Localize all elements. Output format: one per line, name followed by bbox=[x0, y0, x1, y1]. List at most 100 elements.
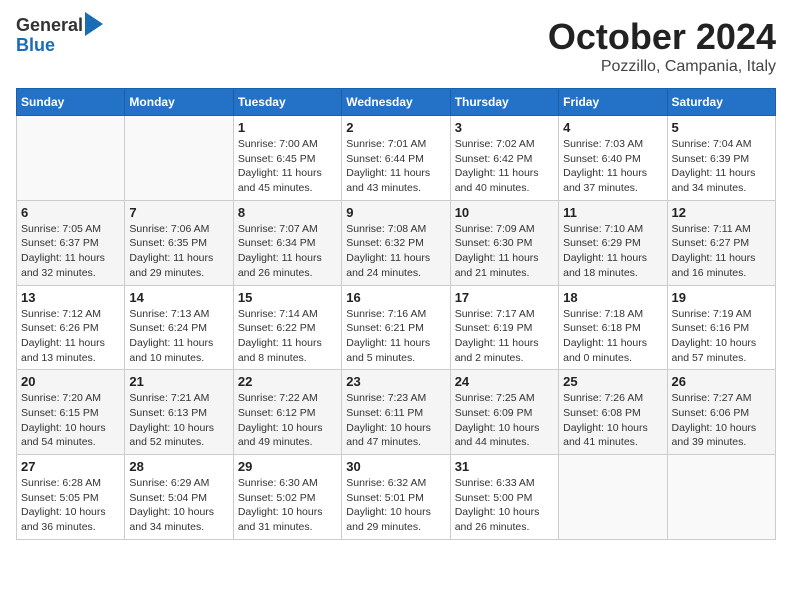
day-detail: Sunrise: 7:16 AMSunset: 6:21 PMDaylight:… bbox=[346, 307, 445, 366]
table-row: 20Sunrise: 7:20 AMSunset: 6:15 PMDayligh… bbox=[17, 370, 125, 455]
col-thursday: Thursday bbox=[450, 89, 558, 116]
day-number: 26 bbox=[672, 374, 771, 389]
day-detail: Sunrise: 7:23 AMSunset: 6:11 PMDaylight:… bbox=[346, 391, 445, 450]
day-detail: Sunrise: 7:04 AMSunset: 6:39 PMDaylight:… bbox=[672, 137, 771, 196]
day-number: 31 bbox=[455, 459, 554, 474]
calendar-week-row: 27 Sunrise: 6:28 AMSunset: 5:05 PMDayligh… bbox=[17, 455, 776, 540]
day-number: 29 bbox=[238, 459, 337, 474]
day-number: 11 bbox=[563, 205, 662, 220]
table-row bbox=[559, 455, 667, 540]
day-number: 17 bbox=[455, 290, 554, 305]
logo-general: General bbox=[16, 16, 83, 36]
table-row: 30 Sunrise: 6:32 AMSunset: 5:01 PMDayligh… bbox=[342, 455, 450, 540]
day-number: 30 bbox=[346, 459, 445, 474]
day-number: 24 bbox=[455, 374, 554, 389]
day-detail: Sunrise: 7:11 AMSunset: 6:27 PMDaylight:… bbox=[672, 222, 771, 281]
table-row: 8 Sunrise: 7:07 AMSunset: 6:34 PMDaylight… bbox=[233, 200, 341, 285]
day-number: 21 bbox=[129, 374, 228, 389]
table-row: 21 Sunrise: 7:21 AMSunset: 6:13 PMDayligh… bbox=[125, 370, 233, 455]
day-number: 20 bbox=[21, 374, 120, 389]
day-number: 7 bbox=[129, 205, 228, 220]
logo-arrow-icon bbox=[85, 12, 103, 36]
table-row: 31 Sunrise: 6:33 AMSunset: 5:00 PMDayligh… bbox=[450, 455, 558, 540]
day-detail: Sunrise: 7:00 AMSunset: 6:45 PMDaylight:… bbox=[238, 137, 337, 196]
calendar-week-row: 6Sunrise: 7:05 AMSunset: 6:37 PMDaylight… bbox=[17, 200, 776, 285]
calendar-header: Sunday Monday Tuesday Wednesday Thursday… bbox=[17, 89, 776, 116]
day-number: 28 bbox=[129, 459, 228, 474]
day-number: 3 bbox=[455, 120, 554, 135]
day-number: 18 bbox=[563, 290, 662, 305]
day-detail: Sunrise: 6:33 AMSunset: 5:00 PMDaylight:… bbox=[455, 476, 554, 535]
day-detail: Sunrise: 7:13 AMSunset: 6:24 PMDaylight:… bbox=[129, 307, 228, 366]
day-number: 23 bbox=[346, 374, 445, 389]
col-sunday: Sunday bbox=[17, 89, 125, 116]
day-number: 15 bbox=[238, 290, 337, 305]
day-detail: Sunrise: 7:01 AMSunset: 6:44 PMDaylight:… bbox=[346, 137, 445, 196]
day-number: 27 bbox=[21, 459, 120, 474]
day-number: 5 bbox=[672, 120, 771, 135]
table-row: 3 Sunrise: 7:02 AMSunset: 6:42 PMDaylight… bbox=[450, 116, 558, 201]
day-number: 9 bbox=[346, 205, 445, 220]
title-block: October 2024 Pozzillo, Campania, Italy bbox=[548, 16, 776, 76]
table-row: 5 Sunrise: 7:04 AMSunset: 6:39 PMDaylight… bbox=[667, 116, 775, 201]
table-row: 27 Sunrise: 6:28 AMSunset: 5:05 PMDayligh… bbox=[17, 455, 125, 540]
table-row: 18Sunrise: 7:18 AMSunset: 6:18 PMDayligh… bbox=[559, 285, 667, 370]
day-detail: Sunrise: 7:22 AMSunset: 6:12 PMDaylight:… bbox=[238, 391, 337, 450]
day-number: 13 bbox=[21, 290, 120, 305]
calendar-subtitle: Pozzillo, Campania, Italy bbox=[548, 58, 776, 76]
header-row: Sunday Monday Tuesday Wednesday Thursday… bbox=[17, 89, 776, 116]
day-detail: Sunrise: 7:27 AMSunset: 6:06 PMDaylight:… bbox=[672, 391, 771, 450]
table-row: 17 Sunrise: 7:17 AMSunset: 6:19 PMDayligh… bbox=[450, 285, 558, 370]
table-row: 29 Sunrise: 6:30 AMSunset: 5:02 PMDayligh… bbox=[233, 455, 341, 540]
col-monday: Monday bbox=[125, 89, 233, 116]
table-row: 23 Sunrise: 7:23 AMSunset: 6:11 PMDayligh… bbox=[342, 370, 450, 455]
day-detail: Sunrise: 7:02 AMSunset: 6:42 PMDaylight:… bbox=[455, 137, 554, 196]
col-friday: Friday bbox=[559, 89, 667, 116]
table-row: 1 Sunrise: 7:00 AMSunset: 6:45 PMDaylight… bbox=[233, 116, 341, 201]
day-detail: Sunrise: 7:19 AMSunset: 6:16 PMDaylight:… bbox=[672, 307, 771, 366]
day-number: 22 bbox=[238, 374, 337, 389]
calendar-week-row: 1 Sunrise: 7:00 AMSunset: 6:45 PMDaylight… bbox=[17, 116, 776, 201]
calendar-week-row: 13 Sunrise: 7:12 AMSunset: 6:26 PMDayligh… bbox=[17, 285, 776, 370]
day-detail: Sunrise: 6:32 AMSunset: 5:01 PMDaylight:… bbox=[346, 476, 445, 535]
day-detail: Sunrise: 6:30 AMSunset: 5:02 PMDaylight:… bbox=[238, 476, 337, 535]
calendar-table: Sunday Monday Tuesday Wednesday Thursday… bbox=[16, 88, 776, 540]
table-row bbox=[125, 116, 233, 201]
day-detail: Sunrise: 7:21 AMSunset: 6:13 PMDaylight:… bbox=[129, 391, 228, 450]
day-detail: Sunrise: 7:14 AMSunset: 6:22 PMDaylight:… bbox=[238, 307, 337, 366]
table-row: 14 Sunrise: 7:13 AMSunset: 6:24 PMDayligh… bbox=[125, 285, 233, 370]
day-number: 1 bbox=[238, 120, 337, 135]
day-number: 4 bbox=[563, 120, 662, 135]
day-number: 25 bbox=[563, 374, 662, 389]
col-wednesday: Wednesday bbox=[342, 89, 450, 116]
table-row: 4 Sunrise: 7:03 AMSunset: 6:40 PMDaylight… bbox=[559, 116, 667, 201]
day-detail: Sunrise: 7:03 AMSunset: 6:40 PMDaylight:… bbox=[563, 137, 662, 196]
table-row bbox=[667, 455, 775, 540]
day-number: 6 bbox=[21, 205, 120, 220]
table-row: 22 Sunrise: 7:22 AMSunset: 6:12 PMDayligh… bbox=[233, 370, 341, 455]
day-number: 14 bbox=[129, 290, 228, 305]
table-row: 24 Sunrise: 7:25 AMSunset: 6:09 PMDayligh… bbox=[450, 370, 558, 455]
day-detail: Sunrise: 7:09 AMSunset: 6:30 PMDaylight:… bbox=[455, 222, 554, 281]
calendar-title: October 2024 bbox=[548, 16, 776, 58]
logo: General Blue bbox=[16, 16, 103, 56]
table-row: 11 Sunrise: 7:10 AMSunset: 6:29 PMDayligh… bbox=[559, 200, 667, 285]
table-row: 7Sunrise: 7:06 AMSunset: 6:35 PMDaylight… bbox=[125, 200, 233, 285]
table-row: 9Sunrise: 7:08 AMSunset: 6:32 PMDaylight… bbox=[342, 200, 450, 285]
calendar-body: 1 Sunrise: 7:00 AMSunset: 6:45 PMDaylight… bbox=[17, 116, 776, 540]
day-detail: Sunrise: 6:28 AMSunset: 5:05 PMDaylight:… bbox=[21, 476, 120, 535]
day-detail: Sunrise: 7:07 AMSunset: 6:34 PMDaylight:… bbox=[238, 222, 337, 281]
day-detail: Sunrise: 7:12 AMSunset: 6:26 PMDaylight:… bbox=[21, 307, 120, 366]
day-number: 8 bbox=[238, 205, 337, 220]
day-number: 16 bbox=[346, 290, 445, 305]
table-row: 15 Sunrise: 7:14 AMSunset: 6:22 PMDayligh… bbox=[233, 285, 341, 370]
col-saturday: Saturday bbox=[667, 89, 775, 116]
day-detail: Sunrise: 7:25 AMSunset: 6:09 PMDaylight:… bbox=[455, 391, 554, 450]
day-detail: Sunrise: 7:10 AMSunset: 6:29 PMDaylight:… bbox=[563, 222, 662, 281]
day-number: 10 bbox=[455, 205, 554, 220]
table-row: 19Sunrise: 7:19 AMSunset: 6:16 PMDayligh… bbox=[667, 285, 775, 370]
table-row: 2Sunrise: 7:01 AMSunset: 6:44 PMDaylight… bbox=[342, 116, 450, 201]
table-row: 13 Sunrise: 7:12 AMSunset: 6:26 PMDayligh… bbox=[17, 285, 125, 370]
day-detail: Sunrise: 7:17 AMSunset: 6:19 PMDaylight:… bbox=[455, 307, 554, 366]
table-row: 6Sunrise: 7:05 AMSunset: 6:37 PMDaylight… bbox=[17, 200, 125, 285]
